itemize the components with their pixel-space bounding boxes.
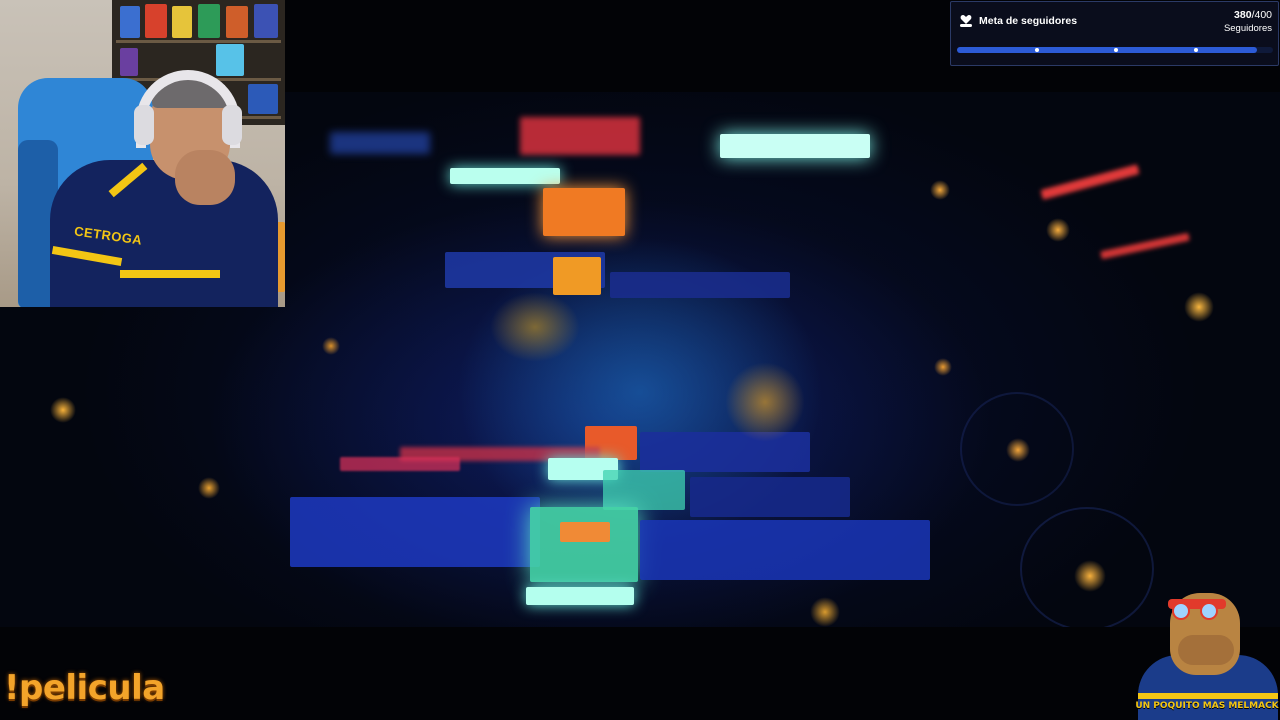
follower-goal-widget: Meta de seguidores 380/400 Seguidores	[950, 1, 1279, 66]
goal-milestone-dot	[1035, 48, 1039, 52]
video-light	[50, 397, 76, 423]
video-light	[1046, 218, 1070, 242]
goal-current: 380	[1234, 9, 1252, 21]
goal-title: Meta de seguidores	[979, 15, 1078, 27]
video-light	[490, 292, 580, 362]
stream-overlay: CETROGA Meta de seguidores 380/400 Segui…	[0, 0, 1280, 720]
collectible-box	[120, 6, 140, 38]
goal-unit-label: Seguidores	[1223, 23, 1272, 34]
collectible-box	[216, 44, 244, 76]
goal-milestone-dot	[1114, 48, 1118, 52]
goal-total: /400	[1251, 9, 1272, 21]
collectible-box	[248, 84, 278, 114]
webcam-feed: CETROGA	[0, 0, 285, 307]
video-block	[610, 272, 790, 298]
video-block	[640, 520, 930, 580]
video-block	[530, 507, 638, 582]
goal-count: 380/400	[1234, 9, 1272, 21]
video-block	[526, 587, 634, 605]
goal-progress-track	[957, 47, 1273, 53]
video-block	[690, 477, 850, 517]
video-light	[198, 477, 220, 499]
video-light	[1184, 292, 1214, 322]
goal-milestone-dot	[1194, 48, 1198, 52]
video-light	[960, 392, 1074, 506]
video-block	[640, 432, 810, 472]
video-light	[810, 597, 840, 627]
video-light	[930, 180, 950, 200]
collectible-box	[120, 48, 138, 76]
jersey-stripe	[120, 270, 220, 278]
collectible-box	[145, 4, 167, 38]
chat-command-text: !pelicula	[4, 668, 165, 708]
shelf-board	[116, 40, 281, 43]
streamer-hand	[175, 150, 235, 205]
heart-hand-icon	[960, 15, 972, 27]
mascot-lens	[1172, 602, 1190, 620]
collectible-box	[226, 6, 248, 38]
collectible-box	[198, 4, 220, 38]
mascot-jersey-stripe	[1138, 693, 1278, 699]
collectible-box	[172, 6, 192, 38]
mascot-snout	[1178, 635, 1234, 665]
video-block	[560, 522, 610, 542]
video-block	[450, 168, 560, 184]
video-block	[1040, 164, 1140, 200]
video-block	[290, 497, 540, 567]
video-block	[1100, 232, 1190, 260]
goal-progress-fill	[957, 47, 1258, 53]
alf-mascot: UN POQUITO MAS MELMACK	[1130, 575, 1280, 720]
headphone-earcup	[134, 105, 154, 145]
mascot-lens	[1200, 602, 1218, 620]
video-block	[553, 257, 601, 295]
video-block	[330, 132, 430, 154]
video-block	[603, 470, 685, 510]
video-block	[340, 457, 460, 471]
video-light	[322, 337, 340, 355]
video-block	[720, 134, 870, 158]
video-light	[725, 362, 805, 442]
video-block	[520, 117, 640, 155]
video-block	[543, 188, 625, 236]
video-light	[934, 358, 952, 376]
collectible-box	[254, 4, 278, 38]
headphone-earcup	[222, 105, 242, 145]
mascot-caption: UN POQUITO MAS MELMACK	[1135, 701, 1279, 711]
